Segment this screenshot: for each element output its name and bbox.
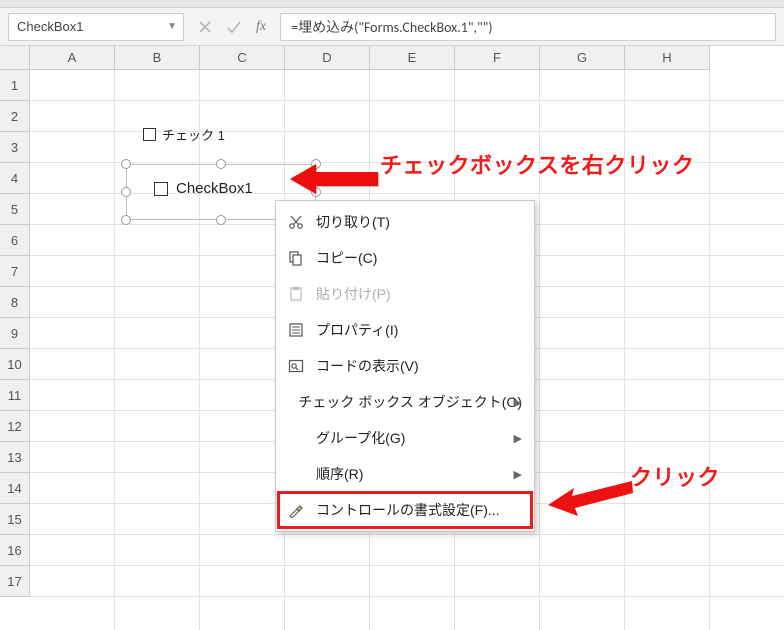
row-header[interactable]: 14: [0, 473, 30, 504]
resize-handle[interactable]: [216, 215, 226, 225]
ctx-label: グループ化(G): [316, 428, 405, 448]
formula-input[interactable]: =埋め込み("Forms.CheckBox.1",""): [280, 13, 776, 41]
row-header[interactable]: 6: [0, 225, 30, 256]
scissors-icon: [286, 212, 306, 232]
row-header[interactable]: 11: [0, 380, 30, 411]
row-header[interactable]: 7: [0, 256, 30, 287]
col-header[interactable]: C: [200, 46, 285, 70]
row-headers: 1 2 3 4 5 6 7 8 9 10 11 12 13 14 15 16 1…: [0, 70, 30, 597]
row-header[interactable]: 5: [0, 194, 30, 225]
row-header[interactable]: 9: [0, 318, 30, 349]
formula-bar: CheckBox1 ▼ fx =埋め込み("Forms.CheckBox.1",…: [0, 8, 784, 46]
ctx-paste: 貼り付け(P): [278, 276, 532, 312]
format-icon: [286, 500, 306, 520]
arrow-icon: [548, 474, 634, 520]
ctx-label: 順序(R): [316, 464, 363, 484]
titlebar-stub: [0, 0, 784, 8]
ctx-copy[interactable]: コピー(C): [278, 240, 532, 276]
activex-checkbox-label: CheckBox1: [176, 180, 253, 197]
properties-icon: [286, 320, 306, 340]
annotation-rightclick: チェックボックスを右クリック: [380, 148, 694, 180]
name-box-dropdown-icon[interactable]: ▼: [167, 21, 177, 32]
paste-icon: [286, 284, 306, 304]
ctx-label: コピー(C): [316, 248, 377, 268]
checkbox-icon: [154, 182, 168, 196]
ctx-label: コードの表示(V): [316, 356, 419, 376]
col-header[interactable]: A: [30, 46, 115, 70]
column-headers: A B C D E F G H: [30, 46, 710, 70]
row-header[interactable]: 4: [0, 163, 30, 194]
checkbox-form-control[interactable]: チェック 1: [143, 125, 225, 144]
resize-handle[interactable]: [216, 159, 226, 169]
col-header[interactable]: H: [625, 46, 710, 70]
arrow-icon: [290, 156, 380, 202]
ctx-view-code[interactable]: コードの表示(V): [278, 348, 532, 384]
annotation-click: クリック: [630, 460, 720, 492]
copy-icon: [286, 248, 306, 268]
checkbox-icon: [143, 128, 156, 141]
resize-handle[interactable]: [121, 215, 131, 225]
row-header[interactable]: 15: [0, 504, 30, 535]
context-menu: 切り取り(T) コピー(C) 貼り付け(P) プロパティ(I) コードの表示(V…: [275, 200, 535, 532]
ctx-properties[interactable]: プロパティ(I): [278, 312, 532, 348]
row-header[interactable]: 10: [0, 349, 30, 380]
col-header[interactable]: F: [455, 46, 540, 70]
formula-value: =埋め込み("Forms.CheckBox.1",""): [291, 17, 492, 37]
enter-icon[interactable]: [226, 20, 242, 34]
cancel-icon[interactable]: [198, 20, 212, 34]
col-header[interactable]: B: [115, 46, 200, 70]
ctx-label: 貼り付け(P): [316, 284, 391, 304]
code-icon: [286, 356, 306, 376]
name-box-value: CheckBox1: [17, 19, 83, 34]
col-header[interactable]: G: [540, 46, 625, 70]
activex-checkbox-content: CheckBox1: [154, 180, 253, 197]
resize-handle[interactable]: [121, 159, 131, 169]
row-header[interactable]: 1: [0, 70, 30, 101]
row-header[interactable]: 13: [0, 442, 30, 473]
select-all-corner[interactable]: [0, 46, 30, 70]
ctx-checkbox-object[interactable]: チェック ボックス オブジェクト(O) ▶: [278, 384, 532, 420]
row-header[interactable]: 12: [0, 411, 30, 442]
row-header[interactable]: 2: [0, 101, 30, 132]
row-header[interactable]: 8: [0, 287, 30, 318]
ctx-label: 切り取り(T): [316, 212, 390, 232]
ctx-format-control[interactable]: コントロールの書式設定(F)...: [278, 492, 532, 528]
col-header[interactable]: D: [285, 46, 370, 70]
chevron-right-icon: ▶: [514, 396, 522, 409]
ctx-cut[interactable]: 切り取り(T): [278, 204, 532, 240]
resize-handle[interactable]: [121, 187, 131, 197]
ctx-group[interactable]: グループ化(G) ▶: [278, 420, 532, 456]
formula-bar-buttons: fx: [192, 19, 272, 35]
ctx-label: コントロールの書式設定(F)...: [316, 500, 500, 520]
col-header[interactable]: E: [370, 46, 455, 70]
row-header[interactable]: 16: [0, 535, 30, 566]
row-header[interactable]: 3: [0, 132, 30, 163]
fx-icon[interactable]: fx: [256, 19, 266, 35]
chevron-right-icon: ▶: [514, 468, 522, 481]
spreadsheet-grid[interactable]: A B C D E F G H 1 2 3 4 5 6 7 8 9 10 11 …: [0, 46, 784, 592]
ctx-label: チェック ボックス オブジェクト(O): [298, 392, 522, 412]
chevron-right-icon: ▶: [514, 432, 522, 445]
ctx-order[interactable]: 順序(R) ▶: [278, 456, 532, 492]
checkbox-label: チェック 1: [162, 125, 225, 144]
name-box[interactable]: CheckBox1 ▼: [8, 13, 184, 41]
row-header[interactable]: 17: [0, 566, 30, 597]
ctx-label: プロパティ(I): [316, 320, 398, 340]
